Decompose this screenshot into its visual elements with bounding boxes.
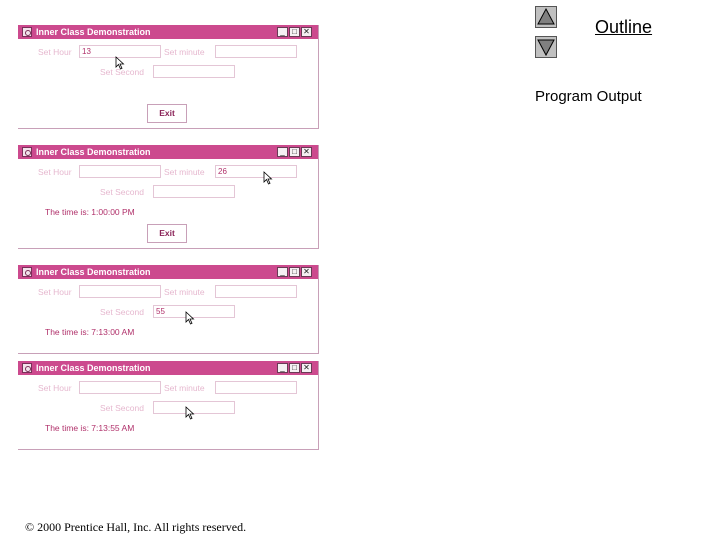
- time-display: The time is: 7:13:00 AM: [45, 327, 135, 337]
- hour-field[interactable]: [79, 285, 161, 298]
- mouse-cursor-icon: [115, 56, 125, 70]
- window-2: Inner Class Demonstration _ □ ✕ Set Hour…: [18, 145, 319, 249]
- java-cup-icon: [22, 267, 32, 277]
- close-icon[interactable]: ✕: [301, 27, 312, 37]
- set-minute-label: Set minute: [164, 47, 205, 57]
- copyright-notice: © 2000 Prentice Hall, Inc. All rights re…: [25, 520, 247, 534]
- next-slide-button[interactable]: [535, 36, 557, 58]
- window-title: Inner Class Demonstration: [36, 363, 151, 373]
- window-titlebar[interactable]: Inner Class Demonstration _ □ ✕: [18, 265, 318, 279]
- second-field[interactable]: [153, 185, 235, 198]
- set-second-label: Set Second: [100, 403, 144, 413]
- set-second-label: Set Second: [100, 307, 144, 317]
- set-hour-label: Set Hour: [38, 287, 72, 297]
- triangle-up-icon: [537, 7, 555, 25]
- set-hour-label: Set Hour: [38, 167, 72, 177]
- set-hour-label: Set Hour: [38, 47, 72, 57]
- window-1: Inner Class Demonstration _ □ ✕ Set Hour…: [18, 25, 319, 129]
- hour-field[interactable]: [79, 381, 161, 394]
- maximize-icon[interactable]: □: [289, 147, 300, 157]
- second-field[interactable]: [153, 65, 235, 78]
- previous-slide-button[interactable]: [535, 6, 557, 28]
- window-title: Inner Class Demonstration: [36, 27, 151, 37]
- minimize-icon[interactable]: _: [277, 363, 288, 373]
- mouse-cursor-icon: [185, 406, 195, 420]
- minute-field[interactable]: [215, 381, 297, 394]
- window-titlebar[interactable]: Inner Class Demonstration _ □ ✕: [18, 361, 318, 375]
- close-icon[interactable]: ✕: [301, 267, 312, 277]
- window-title: Inner Class Demonstration: [36, 267, 151, 277]
- time-display: The time is: 1:00:00 PM: [45, 207, 135, 217]
- minimize-icon[interactable]: _: [277, 147, 288, 157]
- maximize-icon[interactable]: □: [289, 267, 300, 277]
- set-minute-label: Set minute: [164, 167, 205, 177]
- exit-button[interactable]: Exit: [147, 224, 187, 243]
- minute-field[interactable]: [215, 45, 297, 58]
- outline-link[interactable]: Outline: [595, 17, 652, 38]
- exit-button[interactable]: Exit: [147, 104, 187, 123]
- triangle-down-icon: [537, 39, 555, 57]
- java-cup-icon: [22, 363, 32, 373]
- window-titlebar[interactable]: Inner Class Demonstration _ □ ✕: [18, 25, 318, 39]
- maximize-icon[interactable]: □: [289, 27, 300, 37]
- window-title: Inner Class Demonstration: [36, 147, 151, 157]
- window-3: Inner Class Demonstration _ □ ✕ Set Hour…: [18, 265, 319, 354]
- window-titlebar[interactable]: Inner Class Demonstration _ □ ✕: [18, 145, 318, 159]
- mouse-cursor-icon: [263, 171, 273, 185]
- set-second-label: Set Second: [100, 187, 144, 197]
- hour-field[interactable]: [79, 165, 161, 178]
- minute-field[interactable]: [215, 285, 297, 298]
- window-4: Inner Class Demonstration _ □ ✕ Set Hour…: [18, 361, 319, 450]
- set-minute-label: Set minute: [164, 287, 205, 297]
- minimize-icon[interactable]: _: [277, 27, 288, 37]
- java-cup-icon: [22, 147, 32, 157]
- java-cup-icon: [22, 27, 32, 37]
- time-display: The time is: 7:13:55 AM: [45, 423, 135, 433]
- set-minute-label: Set minute: [164, 383, 205, 393]
- mouse-cursor-icon: [185, 311, 195, 325]
- minute-field[interactable]: 26: [215, 165, 297, 178]
- set-hour-label: Set Hour: [38, 383, 72, 393]
- close-icon[interactable]: ✕: [301, 147, 312, 157]
- minimize-icon[interactable]: _: [277, 267, 288, 277]
- close-icon[interactable]: ✕: [301, 363, 312, 373]
- program-output-label: Program Output: [535, 88, 642, 105]
- maximize-icon[interactable]: □: [289, 363, 300, 373]
